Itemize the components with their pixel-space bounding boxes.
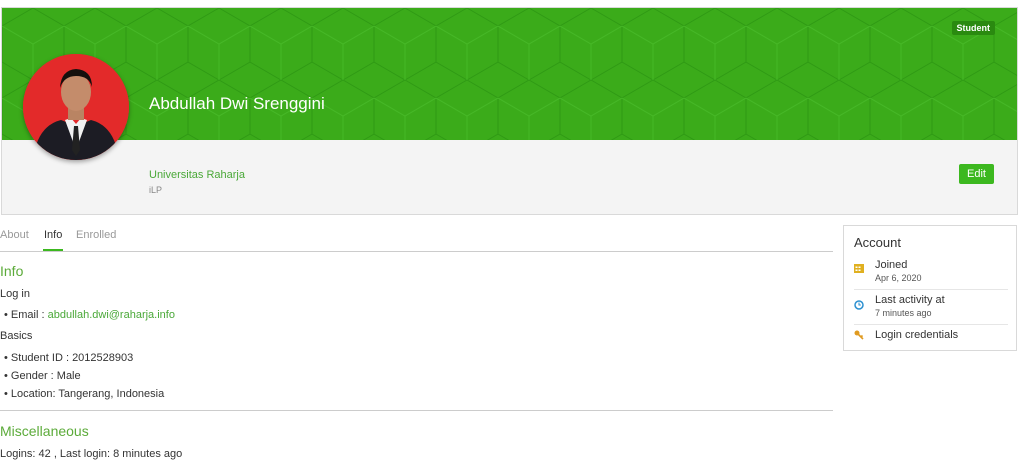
joined-value: Apr 6, 2020: [875, 273, 922, 283]
login-section-label: Log in: [0, 288, 30, 300]
section-divider: [0, 410, 833, 411]
account-title: Account: [854, 235, 901, 250]
logins-info: Logins: 42 , Last login: 8 minutes ago: [0, 448, 183, 460]
clock-icon: [854, 300, 864, 310]
row-divider: [854, 324, 1008, 325]
role-badge: Student: [951, 21, 995, 35]
info-heading: Info: [0, 263, 24, 279]
joined-row: Joined Apr 6, 2020: [854, 259, 1008, 287]
tab-info[interactable]: Info: [44, 229, 62, 241]
row-divider: [854, 289, 1008, 290]
tab-enrolled[interactable]: Enrolled: [76, 229, 116, 241]
gender-item: Gender : Male: [4, 370, 81, 382]
profile-banner: Student: [2, 8, 1017, 140]
misc-heading: Miscellaneous: [0, 423, 89, 439]
edit-button[interactable]: Edit: [959, 164, 994, 184]
account-panel: Account Joined Apr 6, 2020 Last activity…: [843, 225, 1017, 351]
joined-label: Joined: [875, 259, 908, 271]
calendar-icon: [854, 264, 864, 273]
tab-about[interactable]: About: [0, 229, 29, 241]
user-name: Abdullah Dwi Srenggini: [149, 94, 325, 113]
location-item: Location: Tangerang, Indonesia: [4, 388, 164, 400]
last-activity-value: 7 minutes ago: [875, 308, 932, 318]
email-item: Email : abdullah.dwi@raharja.info: [4, 309, 175, 321]
department-label: iLP: [149, 185, 163, 195]
last-activity-label: Last activity at: [875, 294, 945, 306]
banner-pattern: [2, 8, 1017, 140]
email-link[interactable]: abdullah.dwi@raharja.info: [48, 309, 175, 321]
basics-section-label: Basics: [0, 330, 33, 342]
email-label: Email :: [10, 309, 48, 321]
active-tab-indicator: [43, 249, 63, 251]
profile-card: Student Abdullah Dwi Srenggini Universit…: [1, 7, 1018, 215]
profile-tabs: About Info Enrolled: [0, 225, 833, 252]
credentials-row[interactable]: Login credentials: [854, 329, 1008, 345]
student-id-item: Student ID : 2012528903: [4, 352, 133, 364]
last-activity-row: Last activity at 7 minutes ago: [854, 294, 1008, 322]
avatar: [23, 54, 129, 160]
key-icon: [854, 330, 864, 340]
institution-link[interactable]: Universitas Raharja: [149, 169, 245, 181]
login-credentials-link[interactable]: Login credentials: [875, 329, 958, 341]
